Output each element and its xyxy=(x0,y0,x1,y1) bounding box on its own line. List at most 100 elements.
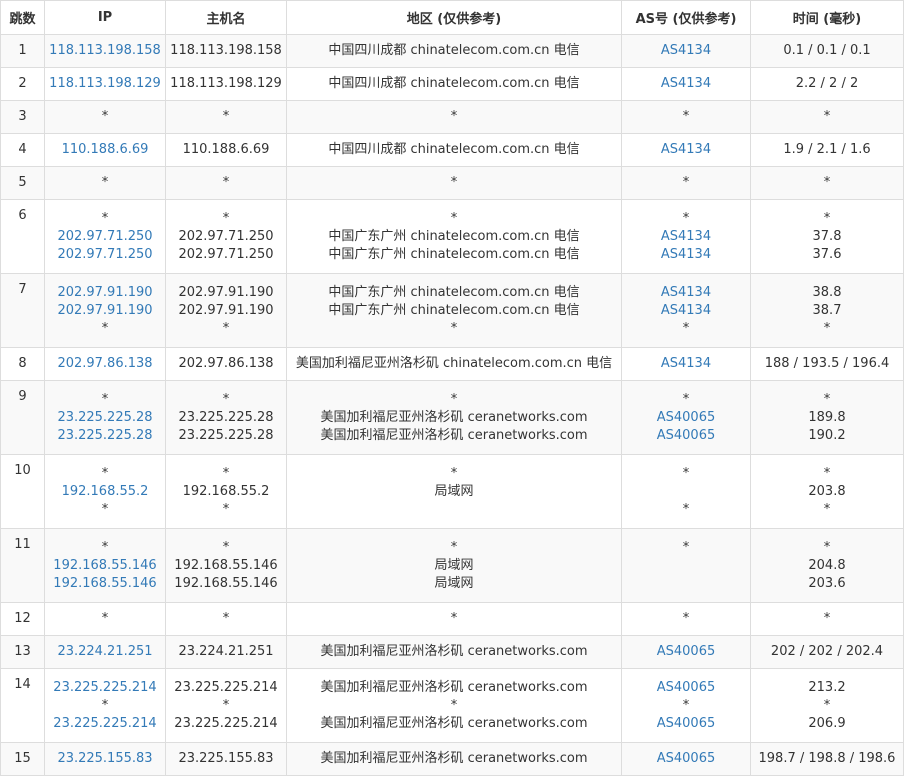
hostname-cell: * 192.168.55.146 192.168.55.146 xyxy=(165,528,287,603)
as-text xyxy=(622,483,750,501)
region-text: * xyxy=(450,320,458,336)
as-link[interactable]: AS40065 xyxy=(622,409,750,427)
hop-cell: 12 xyxy=(0,602,45,636)
ip-cell: * 192.168.55.2 * xyxy=(44,454,166,529)
time-text: 37.6 xyxy=(812,246,842,262)
ip-link[interactable]: 202.97.91.190 xyxy=(45,284,165,302)
ip-cell: 23.224.21.251 xyxy=(44,635,166,669)
as-link[interactable]: AS4134 xyxy=(622,228,750,246)
region-text: * xyxy=(450,697,458,713)
host-text: * xyxy=(222,465,230,481)
ip-link[interactable]: 118.113.198.158 xyxy=(45,42,165,60)
region-text: 局域网 xyxy=(434,557,474,573)
as-link[interactable]: AS40065 xyxy=(622,427,750,445)
table-row: 6 * 202.97.71.250 202.97.71.250 * 202.97.71.2… xyxy=(0,199,904,274)
hop-cell: 15 xyxy=(0,742,45,776)
as-text: * xyxy=(682,465,690,481)
time-text: * xyxy=(823,320,831,336)
as-text: * xyxy=(682,611,690,626)
header-hop: 跳数 xyxy=(0,0,45,35)
ip-link[interactable]: 202.97.91.190 xyxy=(45,302,165,320)
ip-link[interactable]: 202.97.71.250 xyxy=(45,228,165,246)
hostname-cell: 110.188.6.69 xyxy=(165,133,287,167)
region-text: 中国广东广州 chinatelecom.com.cn 电信 xyxy=(328,228,580,244)
ip-link[interactable]: 192.168.55.2 xyxy=(45,483,165,501)
as-link[interactable]: AS40065 xyxy=(622,679,750,697)
table-header-row: 跳数 IP 主机名 地区 (仅供参考) AS号 (仅供参考) 时间 (毫秒) xyxy=(0,0,904,35)
table-row: 4 110.188.6.69 110.188.6.69 中国四川成都 chinatel… xyxy=(0,133,904,167)
ip-cell: * 202.97.71.250 202.97.71.250 xyxy=(44,199,166,274)
header-ip: IP xyxy=(44,0,166,35)
host-text: 192.168.55.2 xyxy=(182,483,270,499)
header-region: 地区 (仅供参考) xyxy=(286,0,622,35)
region-cell: 美国加利福尼亚州洛杉矶 chinatelecom.com.cn 电信 xyxy=(286,347,622,381)
time-text: * xyxy=(823,175,831,190)
host-text: 202.97.91.190 xyxy=(178,284,274,300)
as-link[interactable]: AS4134 xyxy=(622,42,750,60)
as-link[interactable]: AS4134 xyxy=(622,75,750,93)
host-text: 202.97.91.190 xyxy=(178,302,274,318)
ip-link[interactable]: 23.225.155.83 xyxy=(45,750,165,768)
region-text: * xyxy=(450,109,458,124)
as-link[interactable]: AS4134 xyxy=(622,141,750,159)
hop-cell: 6 xyxy=(0,199,45,274)
ip-link[interactable]: 23.224.21.251 xyxy=(45,643,165,661)
region-text: 美国加利福尼亚州洛杉矶 ceranetworks.com xyxy=(320,751,588,766)
ip-link[interactable]: 23.225.225.28 xyxy=(45,427,165,445)
ip-text: * xyxy=(101,391,109,407)
ip-cell: 202.97.86.138 xyxy=(44,347,166,381)
host-text: * xyxy=(222,175,230,190)
as-link[interactable]: AS40065 xyxy=(622,715,750,733)
as-link[interactable]: AS4134 xyxy=(622,302,750,320)
time-text: * xyxy=(823,210,831,226)
header-hostname: 主机名 xyxy=(165,0,287,35)
ip-text: * xyxy=(101,320,109,336)
host-text: 23.225.155.83 xyxy=(178,751,274,766)
region-text: 中国四川成都 chinatelecom.com.cn 电信 xyxy=(328,43,580,58)
time-text: 38.7 xyxy=(812,302,842,318)
ip-text: * xyxy=(101,539,109,555)
ip-link[interactable]: 202.97.86.138 xyxy=(45,355,165,373)
hostname-cell: 118.113.198.129 xyxy=(165,67,287,101)
as-link[interactable]: AS40065 xyxy=(622,643,750,661)
ip-link[interactable]: 23.225.225.214 xyxy=(45,679,165,697)
ip-cell: 23.225.155.83 xyxy=(44,742,166,776)
host-text: * xyxy=(222,539,230,555)
ip-link[interactable]: 110.188.6.69 xyxy=(45,141,165,159)
time-text: * xyxy=(823,697,831,713)
as-link[interactable]: AS4134 xyxy=(622,246,750,264)
header-as: AS号 (仅供参考) xyxy=(621,0,751,35)
region-text: * xyxy=(450,539,458,555)
ip-link[interactable]: 192.168.55.146 xyxy=(45,575,165,593)
as-link[interactable]: AS40065 xyxy=(622,750,750,768)
hostname-cell: 118.113.198.158 xyxy=(165,34,287,68)
ip-link[interactable]: 23.225.225.28 xyxy=(45,409,165,427)
table-row: 15 23.225.155.83 23.225.155.83 美国加利福尼亚州洛杉矶 … xyxy=(0,742,904,776)
hop-cell: 1 xyxy=(0,34,45,68)
ip-link[interactable]: 23.225.225.214 xyxy=(45,715,165,733)
as-cell: AS40065 * AS40065 xyxy=(621,668,751,743)
ip-link[interactable]: 118.113.198.129 xyxy=(45,75,165,93)
region-cell: * xyxy=(286,100,622,134)
as-cell: * xyxy=(621,166,751,200)
as-cell: * xyxy=(621,602,751,636)
as-link[interactable]: AS4134 xyxy=(622,284,750,302)
as-cell: AS4134 xyxy=(621,34,751,68)
hostname-cell: * 202.97.71.250 202.97.71.250 xyxy=(165,199,287,274)
as-text: * xyxy=(682,391,690,407)
as-link[interactable]: AS4134 xyxy=(622,355,750,373)
table-body: 1 118.113.198.158 118.113.198.158 中国四川成都 ch… xyxy=(0,34,904,776)
region-text: 中国广东广州 chinatelecom.com.cn 电信 xyxy=(328,302,580,318)
ip-cell: 202.97.91.190 202.97.91.190 * xyxy=(44,273,166,348)
region-text: 美国加利福尼亚州洛杉矶 ceranetworks.com xyxy=(320,715,588,731)
host-text: 202.97.71.250 xyxy=(178,228,274,244)
ip-link[interactable]: 192.168.55.146 xyxy=(45,557,165,575)
as-cell: * xyxy=(621,100,751,134)
host-text: 23.225.225.214 xyxy=(174,715,278,731)
as-cell: AS4134 AS4134 * xyxy=(621,273,751,348)
time-cell: * xyxy=(750,166,904,200)
as-text: * xyxy=(682,539,690,555)
ip-link[interactable]: 202.97.71.250 xyxy=(45,246,165,264)
host-text: 118.113.198.158 xyxy=(170,43,282,58)
region-text: 美国加利福尼亚州洛杉矶 ceranetworks.com xyxy=(320,679,588,695)
